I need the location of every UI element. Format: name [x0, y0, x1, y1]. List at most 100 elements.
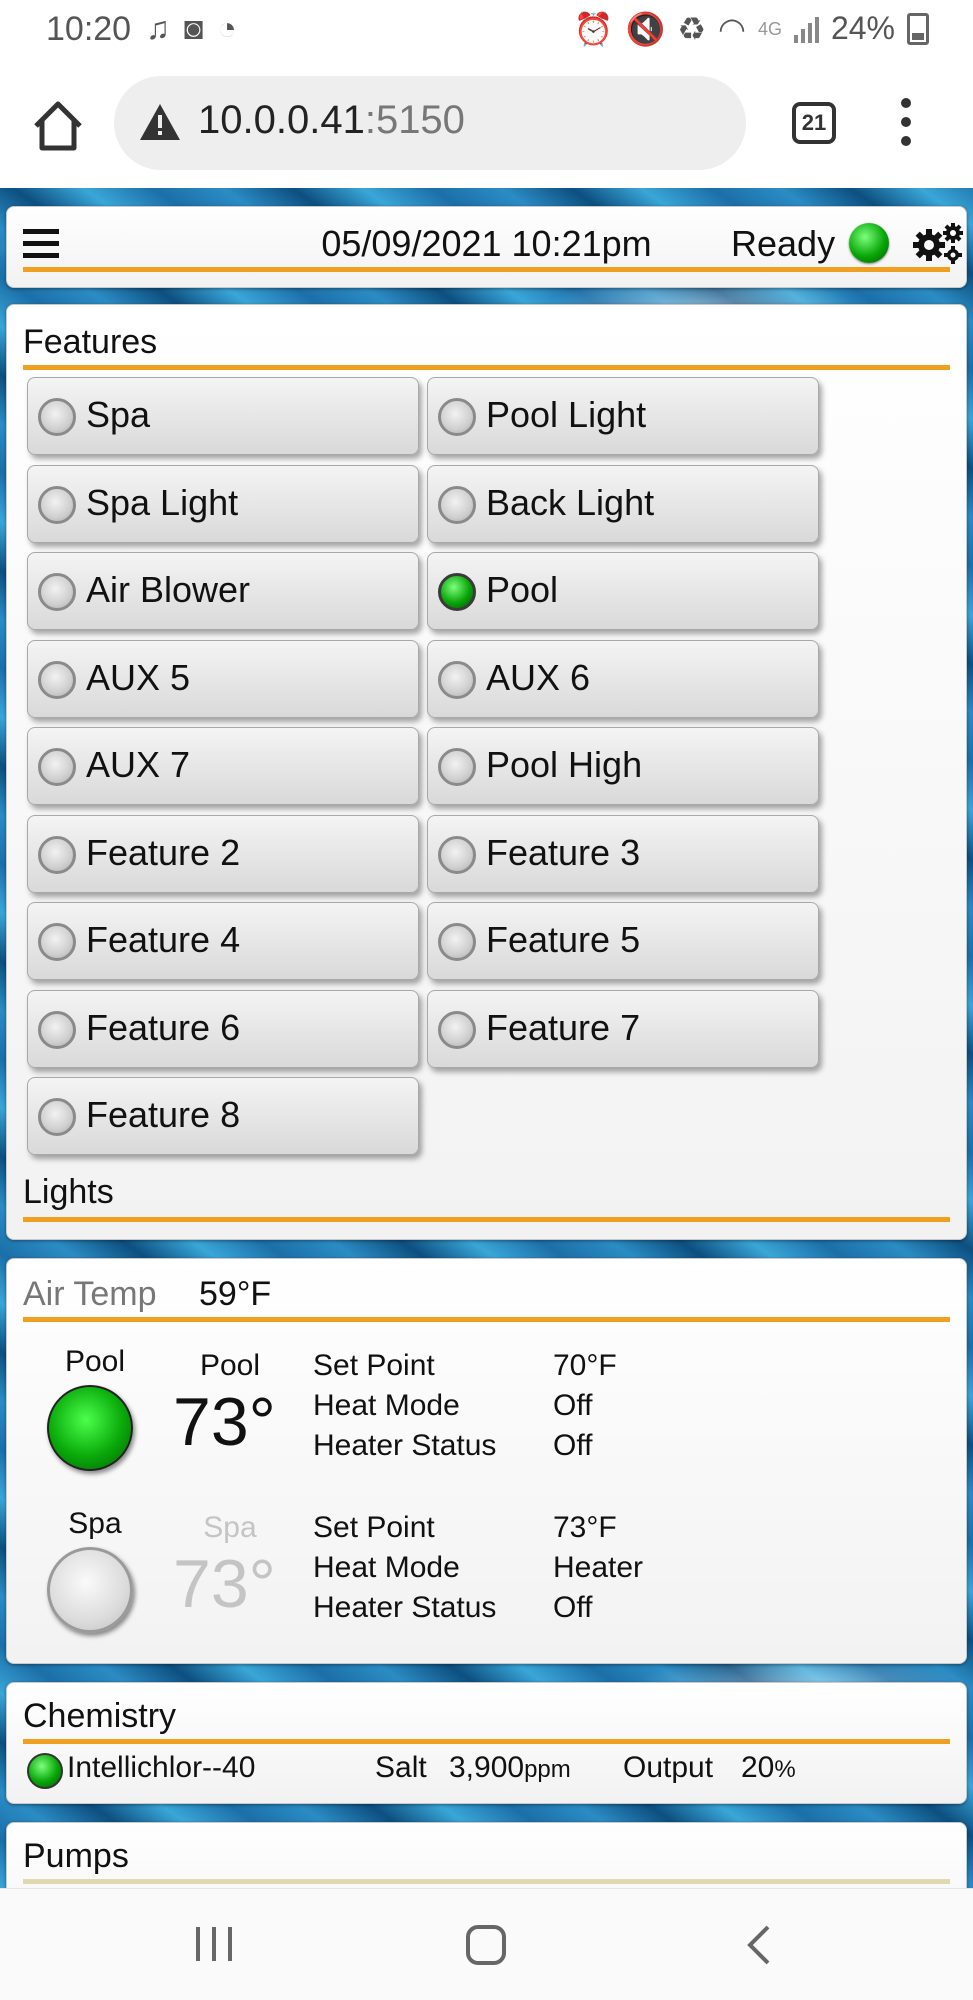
- feature-status-led: [438, 485, 476, 524]
- feature-label: Feature 5: [486, 919, 641, 960]
- spa-heatmode-value[interactable]: Heater: [553, 1551, 643, 1585]
- chemistry-title: Chemistry: [23, 1697, 177, 1735]
- lights-divider: [23, 1217, 950, 1222]
- warning-icon[interactable]: [138, 102, 182, 142]
- spa-temp-value: 73°: [173, 1546, 276, 1622]
- output-number: 20: [741, 1751, 775, 1784]
- feature-status-led: [438, 923, 476, 961]
- features-panel: Features Spa Pool Light Spa Light Back Ligh…: [6, 304, 967, 1240]
- alarm-icon: ⏰: [573, 10, 614, 47]
- wifi-icon: ◠: [718, 10, 746, 47]
- pool-temp-caption: Pool: [199, 1349, 261, 1382]
- feature-button[interactable]: AUX 5: [27, 639, 419, 718]
- feature-button[interactable]: Feature 6: [27, 989, 419, 1068]
- browser-menu-icon[interactable]: [894, 98, 918, 154]
- browser-toolbar: 10.0.0.41:5150 21: [0, 58, 973, 188]
- settings-gear-icon[interactable]: [911, 221, 963, 265]
- chemistry-divider: [23, 1739, 950, 1744]
- feature-label: Pool Light: [486, 394, 647, 435]
- feature-button[interactable]: Spa: [27, 377, 419, 455]
- feature-status-led: [38, 485, 76, 524]
- feature-status-led: [438, 573, 476, 611]
- pool-heatmode-value[interactable]: Off: [553, 1389, 592, 1423]
- feature-button[interactable]: Spa Light: [27, 464, 419, 543]
- wifi-calling-icon: ◔: [217, 10, 237, 46]
- status-bar: 10:20 ♫ ◙ ◔ ⏰ 🔇 ♻ ◠ 4G 24%: [0, 0, 973, 58]
- feature-button[interactable]: Feature 2: [27, 814, 419, 893]
- feature-label: Feature 7: [486, 1006, 641, 1048]
- air-temp-value: 59°F: [199, 1275, 272, 1313]
- feature-button[interactable]: Pool: [427, 552, 819, 630]
- chemistry-panel: Chemistry Intellichlor--40 Salt 3,900ppm…: [6, 1682, 967, 1804]
- pool-body-toggle[interactable]: [47, 1385, 133, 1471]
- pool-setpoint-value[interactable]: 70°F: [553, 1349, 617, 1383]
- feature-status-led: [38, 1098, 76, 1136]
- network-type-label: 4G: [757, 18, 782, 39]
- feature-button[interactable]: Feature 5: [427, 902, 819, 980]
- feature-status-led: [438, 748, 476, 786]
- feature-button[interactable]: AUX 6: [427, 639, 819, 718]
- feature-label: AUX 5: [86, 656, 191, 698]
- spa-heater-status-value: Off: [553, 1591, 593, 1624]
- feature-button[interactable]: Pool High: [427, 727, 819, 805]
- lights-title: Lights: [23, 1173, 114, 1211]
- address-bar[interactable]: 10.0.0.41:5150: [114, 76, 746, 170]
- feature-label: Air Blower: [86, 569, 251, 610]
- back-icon[interactable]: [742, 1923, 776, 1967]
- feature-button[interactable]: AUX 7: [27, 727, 419, 805]
- feature-button[interactable]: Feature 8: [27, 1077, 419, 1155]
- output-unit: %: [774, 1756, 796, 1783]
- chlorinator-status-led: [27, 1753, 63, 1789]
- feature-label: Feature 3: [486, 831, 641, 873]
- temps-divider: [23, 1317, 950, 1322]
- spa-heater-status-label: Heater Status: [313, 1591, 497, 1624]
- pumps-title: Pumps: [23, 1837, 129, 1875]
- spa-body-name: Spa: [68, 1507, 122, 1540]
- dashboard-header: 05/09/2021 10:21pm Ready: [6, 206, 967, 288]
- output-value: 20%: [741, 1751, 796, 1785]
- home-nav-icon[interactable]: [466, 1925, 506, 1965]
- pool-setpoint-label: Set Point: [313, 1349, 435, 1382]
- url-port: :5150: [364, 98, 465, 142]
- chlorinator-name[interactable]: Intellichlor--40: [67, 1751, 255, 1785]
- feature-status-led: [438, 1010, 476, 1049]
- system-icons: ⏰ 🔇 ♻ ◠ 4G 24%: [574, 10, 929, 47]
- recycle-icon: ♻: [677, 10, 707, 47]
- feature-label: Pool High: [486, 744, 643, 785]
- spa-setpoint-value[interactable]: 73°F: [553, 1511, 617, 1545]
- salt-unit: ppm: [524, 1756, 571, 1783]
- tab-switcher-button[interactable]: 21: [792, 102, 836, 144]
- pool-body-name: Pool: [64, 1345, 126, 1378]
- feature-label: Spa Light: [86, 481, 239, 523]
- feature-status-led: [38, 660, 76, 699]
- pool-heater-status-label: Heater Status: [313, 1429, 497, 1462]
- output-label: Output: [623, 1751, 714, 1784]
- salt-number: 3,900: [449, 1751, 525, 1784]
- feature-button[interactable]: Feature 4: [27, 902, 419, 980]
- feature-status-led: [38, 748, 76, 786]
- feature-label: Feature 8: [86, 1094, 241, 1135]
- recent-apps-icon[interactable]: [196, 1927, 232, 1961]
- feature-status-led: [438, 835, 476, 874]
- feature-button[interactable]: Feature 7: [427, 989, 819, 1068]
- signal-icon: [793, 15, 819, 43]
- feature-button[interactable]: Pool Light: [427, 377, 819, 455]
- feature-label: Feature 2: [86, 831, 241, 873]
- feature-button[interactable]: Air Blower: [27, 552, 419, 630]
- air-temp-label: Air Temp: [23, 1275, 157, 1313]
- battery-icon: [907, 12, 929, 45]
- salt-label: Salt: [375, 1751, 427, 1784]
- home-icon[interactable]: [30, 98, 86, 154]
- feature-label: Spa: [86, 394, 151, 435]
- spa-body-toggle[interactable]: [47, 1547, 133, 1633]
- feature-button[interactable]: Back Light: [427, 464, 819, 543]
- url-host: 10.0.0.41: [198, 98, 365, 142]
- feature-button[interactable]: Feature 3: [427, 814, 819, 893]
- pool-temp-value: 73°: [173, 1384, 276, 1460]
- spa-heatmode-label: Heat Mode: [313, 1551, 460, 1584]
- controller-status-led: [849, 223, 889, 263]
- feature-label: AUX 7: [86, 744, 191, 785]
- feature-label: AUX 6: [486, 656, 591, 698]
- features-title: Features: [23, 323, 158, 361]
- feature-status-led: [438, 398, 476, 436]
